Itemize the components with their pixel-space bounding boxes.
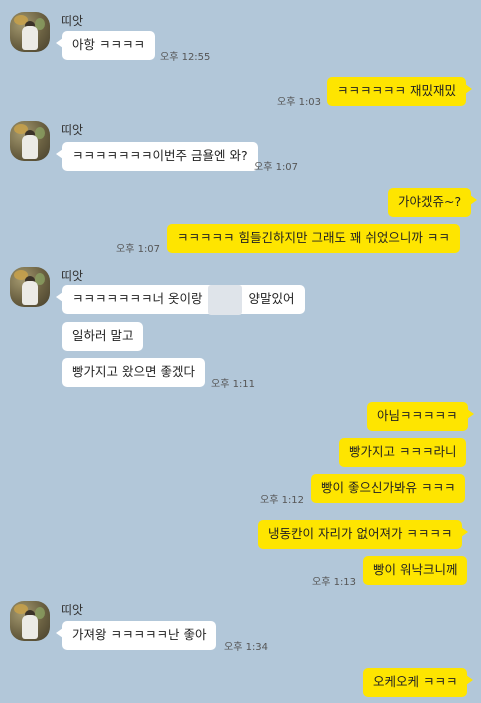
incoming-message[interactable]: ㅋㅋㅋㅋㅋㅋㅋ이번주 금욜엔 와? (56, 142, 258, 171)
profile-avatar[interactable] (10, 601, 50, 641)
profile-avatar[interactable] (10, 267, 50, 307)
outgoing-message[interactable]: 냉동칸이 자리가 없어져가 ㅋㅋㅋㅋ (258, 520, 469, 549)
outgoing-message[interactable]: 빵이 좋으신가봐유 ㅋㅋㅋ (311, 474, 466, 503)
outgoing-message[interactable]: ㅋㅋㅋㅋㅋㅋ 재밌재밌 (327, 77, 472, 106)
outgoing-message[interactable]: 빵가지고 ㅋㅋㅋ라니 (339, 438, 467, 467)
message-time: 오후 1:13 (312, 577, 357, 588)
incoming-message[interactable]: ㅋㅋㅋㅋㅋㅋㅋ너 옷이랑 양말있어 (56, 284, 305, 315)
incoming-message[interactable]: 아항 ㅋㅋㅋㅋ (56, 31, 155, 60)
message-time: 오후 12:55 (160, 52, 211, 63)
chat-room[interactable]: 띠앗 아항 ㅋㅋㅋㅋ 오후 12:55 오후 1:03 ㅋㅋㅋㅋㅋㅋ 재밌재밌 … (0, 0, 481, 703)
message-time: 오후 1:12 (260, 495, 305, 506)
incoming-message[interactable]: 빵가지고 왔으면 좋겠다 (62, 358, 205, 387)
outgoing-message[interactable]: ㅋㅋㅋㅋㅋ 힘들긴하지만 그래도 꽤 쉬었으니까 ㅋㅋ (167, 224, 460, 253)
outgoing-message[interactable]: 오케오케 ㅋㅋㅋ (363, 668, 474, 697)
profile-avatar[interactable] (10, 12, 50, 52)
sender-name: 띠앗 (61, 603, 84, 617)
outgoing-message[interactable]: 가야겠쥬~? (388, 188, 478, 217)
message-time: 오후 1:07 (254, 162, 299, 173)
incoming-message[interactable]: 일하러 말고 (62, 322, 144, 351)
message-time: 오후 1:07 (116, 244, 161, 255)
message-time: 오후 1:11 (211, 379, 256, 390)
outgoing-message[interactable]: 아님ㅋㅋㅋㅋㅋ (367, 402, 474, 431)
message-time: 오후 1:03 (277, 97, 322, 108)
message-time: 오후 1:34 (224, 642, 269, 653)
incoming-message[interactable]: 가져왕 ㅋㅋㅋㅋㅋ난 좋아 (55, 621, 217, 650)
redacted-image (208, 284, 243, 315)
outgoing-message[interactable]: 빵이 워낙크니께 (363, 556, 468, 585)
sender-name: 띠앗 (61, 14, 84, 28)
message-text: ㅋㅋㅋㅋㅋㅋㅋ너 옷이랑 (72, 291, 203, 306)
profile-avatar[interactable] (10, 121, 50, 161)
message-text: 양말있어 (248, 291, 295, 306)
sender-name: 띠앗 (61, 123, 84, 137)
sender-name: 띠앗 (61, 269, 84, 283)
